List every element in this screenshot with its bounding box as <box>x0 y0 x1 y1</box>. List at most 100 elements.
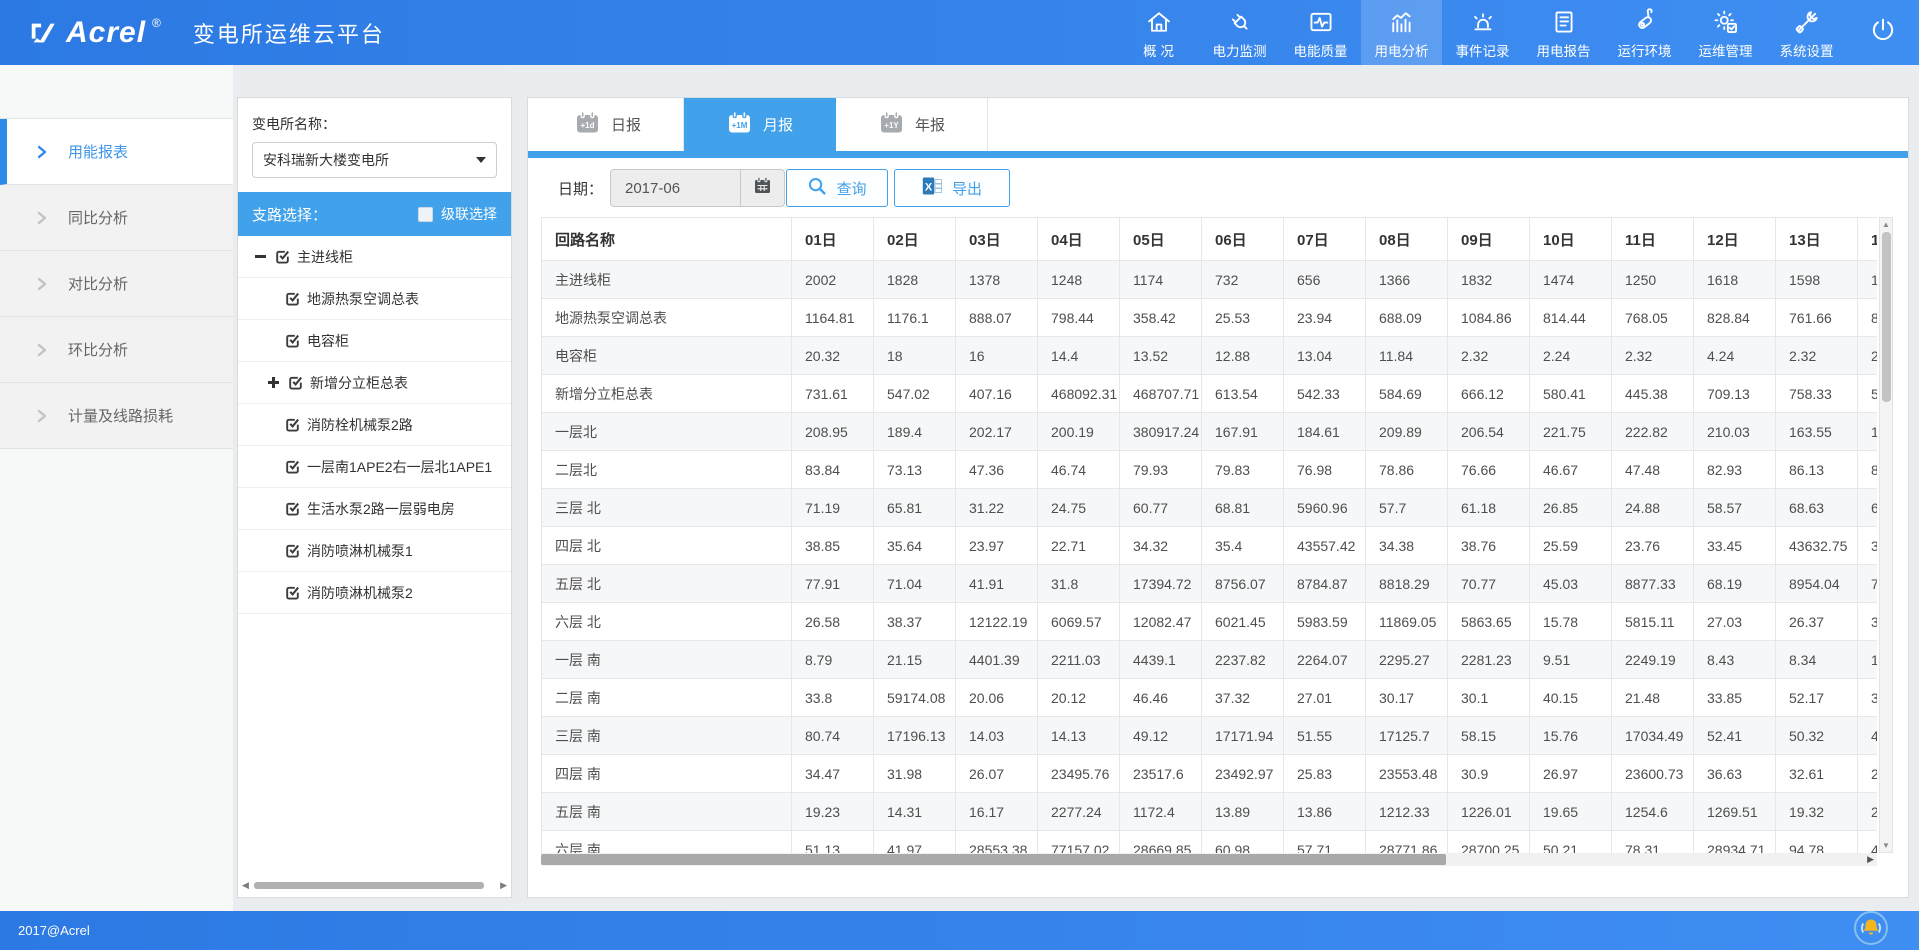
value-cell: 584.69 <box>1366 375 1448 413</box>
value-cell-partial: 3 <box>1858 527 1878 565</box>
vertical-scrollbar[interactable]: ▲ ▼ <box>1879 217 1893 853</box>
table-row: 二层 南33.859174.0820.0620.1246.4637.3227.0… <box>542 679 1878 717</box>
calendar-button[interactable] <box>740 170 784 206</box>
sidebar-item-3[interactable]: 环比分析 <box>0 317 233 383</box>
logout-power-button[interactable] <box>1847 0 1919 65</box>
value-cell-partial: 7 <box>1858 565 1878 603</box>
tree-item-6[interactable]: 生活水泵2路一层弱电房 <box>238 488 511 530</box>
tab-0[interactable]: +1d日报 <box>532 98 684 151</box>
value-cell: 798.44 <box>1038 299 1120 337</box>
checkbox-checked-icon[interactable] <box>284 332 301 349</box>
value-cell: 1618 <box>1694 261 1776 299</box>
scroll-up-icon[interactable]: ▲ <box>1880 220 1892 229</box>
value-cell: 8954.04 <box>1776 565 1858 603</box>
horizontal-scrollbar[interactable]: ▶ <box>541 853 1877 866</box>
tree-item-3[interactable]: 新增分立柜总表 <box>238 362 511 404</box>
nav-item-label: 电能质量 <box>1294 40 1348 60</box>
value-cell: 14.4 <box>1038 337 1120 375</box>
circuit-name-cell: 主进线柜 <box>542 261 792 299</box>
value-cell: 407.16 <box>956 375 1038 413</box>
tree-item-8[interactable]: 消防喷淋机械泵2 <box>238 572 511 614</box>
export-button[interactable]: X 导出 <box>894 169 1010 207</box>
value-cell: 732 <box>1202 261 1284 299</box>
checkbox-checked-icon[interactable] <box>274 248 291 265</box>
value-cell: 8784.87 <box>1284 565 1366 603</box>
checkbox-checked-icon[interactable] <box>287 374 304 391</box>
sidebar-item-0[interactable]: 用能报表 <box>0 119 233 185</box>
value-cell: 4401.39 <box>956 641 1038 679</box>
value-cell: 17394.72 <box>1120 565 1202 603</box>
logo: Acrel ® 变电所运维云平台 <box>0 0 385 65</box>
scroll-thumb[interactable] <box>254 882 484 889</box>
value-cell: 613.54 <box>1202 375 1284 413</box>
nav-item-8[interactable]: 系统设置 <box>1766 0 1847 65</box>
value-cell: 21.15 <box>874 641 956 679</box>
cascade-checkbox[interactable] <box>418 207 433 222</box>
date-picker[interactable]: 2017-06 <box>610 169 785 207</box>
value-cell: 47.36 <box>956 451 1038 489</box>
value-cell: 14.13 <box>1038 717 1120 755</box>
horizontal-scroll-thumb[interactable] <box>541 854 1446 865</box>
scroll-down-icon[interactable]: ▼ <box>1880 841 1892 850</box>
minus-icon[interactable] <box>254 250 268 263</box>
circuit-name-cell: 四层 北 <box>542 527 792 565</box>
nav-item-2[interactable]: 电能质量 <box>1280 0 1361 65</box>
value-cell: 17034.49 <box>1612 717 1694 755</box>
value-cell: 45.03 <box>1530 565 1612 603</box>
value-cell: 71.19 <box>792 489 874 527</box>
cascade-select[interactable]: 级联选择 <box>418 204 497 224</box>
station-select[interactable]: 安科瑞新大楼变电所 <box>252 142 497 178</box>
tab-1[interactable]: +1M月报 <box>684 98 836 151</box>
tree-item-1[interactable]: 地源热泵空调总表 <box>238 278 511 320</box>
value-cell: 1176.1 <box>874 299 956 337</box>
scroll-left-icon[interactable]: ◀ <box>242 879 249 891</box>
value-cell: 20.06 <box>956 679 1038 717</box>
nav-item-0[interactable]: 概 况 <box>1118 0 1199 65</box>
value-cell: 5960.96 <box>1284 489 1366 527</box>
report-controls: 日期： 2017-06 查询 X 导出 <box>528 158 1908 217</box>
value-cell-partial: 1 <box>1858 641 1878 679</box>
nav-item-1[interactable]: 电力监测 <box>1199 0 1280 65</box>
value-cell: 1269.51 <box>1694 793 1776 831</box>
checkbox-checked-icon[interactable] <box>284 290 301 307</box>
value-cell: 78.86 <box>1366 451 1448 489</box>
tree-item-0[interactable]: 主进线柜 <box>238 236 511 278</box>
value-cell: 17125.7 <box>1366 717 1448 755</box>
sidebar-item-1[interactable]: 同比分析 <box>0 185 233 251</box>
tree-item-4[interactable]: 消防栓机械泵2路 <box>238 404 511 446</box>
nav-item-5[interactable]: 用电报告 <box>1523 0 1604 65</box>
query-button[interactable]: 查询 <box>786 169 888 207</box>
sidebar-item-2[interactable]: 对比分析 <box>0 251 233 317</box>
nav-item-3[interactable]: 用电分析 <box>1361 0 1442 65</box>
power-monitor-icon <box>1226 6 1254 36</box>
nav-item-6[interactable]: 运行环境 <box>1604 0 1685 65</box>
scroll-right-icon[interactable]: ▶ <box>500 879 507 891</box>
value-cell: 20.32 <box>792 337 874 375</box>
station-horizontal-scrollbar[interactable]: ◀ ▶ <box>242 879 507 891</box>
scroll-track[interactable] <box>252 881 497 889</box>
tree-item-2[interactable]: 电容柜 <box>238 320 511 362</box>
value-cell: 1254.6 <box>1612 793 1694 831</box>
tab-2[interactable]: +1Y年报 <box>836 98 988 151</box>
nav-item-4[interactable]: 事件记录 <box>1442 0 1523 65</box>
value-cell: 380917.24 <box>1120 413 1202 451</box>
checkbox-checked-icon[interactable] <box>284 416 301 433</box>
export-button-label: 导出 <box>952 178 982 199</box>
checkbox-checked-icon[interactable] <box>284 584 301 601</box>
scroll-right-icon[interactable]: ▶ <box>1867 854 1874 865</box>
sidebar-item-4[interactable]: 计量及线路损耗 <box>0 383 233 449</box>
tree-item-5[interactable]: 一层南1APE2右一层北1APE1 <box>238 446 511 488</box>
checkbox-checked-icon[interactable] <box>284 542 301 559</box>
nav-item-label: 概 况 <box>1143 40 1174 60</box>
nav-item-7[interactable]: 运维管理 <box>1685 0 1766 65</box>
notification-bell-button[interactable] <box>1853 910 1889 950</box>
checkbox-checked-icon[interactable] <box>284 458 301 475</box>
plus-icon[interactable] <box>267 376 281 389</box>
value-cell: 12.88 <box>1202 337 1284 375</box>
vertical-scroll-thumb[interactable] <box>1882 232 1891 402</box>
date-value[interactable]: 2017-06 <box>611 170 740 206</box>
tree-item-7[interactable]: 消防喷淋机械泵1 <box>238 530 511 572</box>
checkbox-checked-icon[interactable] <box>284 500 301 517</box>
value-cell: 189.4 <box>874 413 956 451</box>
value-cell: 15.78 <box>1530 603 1612 641</box>
